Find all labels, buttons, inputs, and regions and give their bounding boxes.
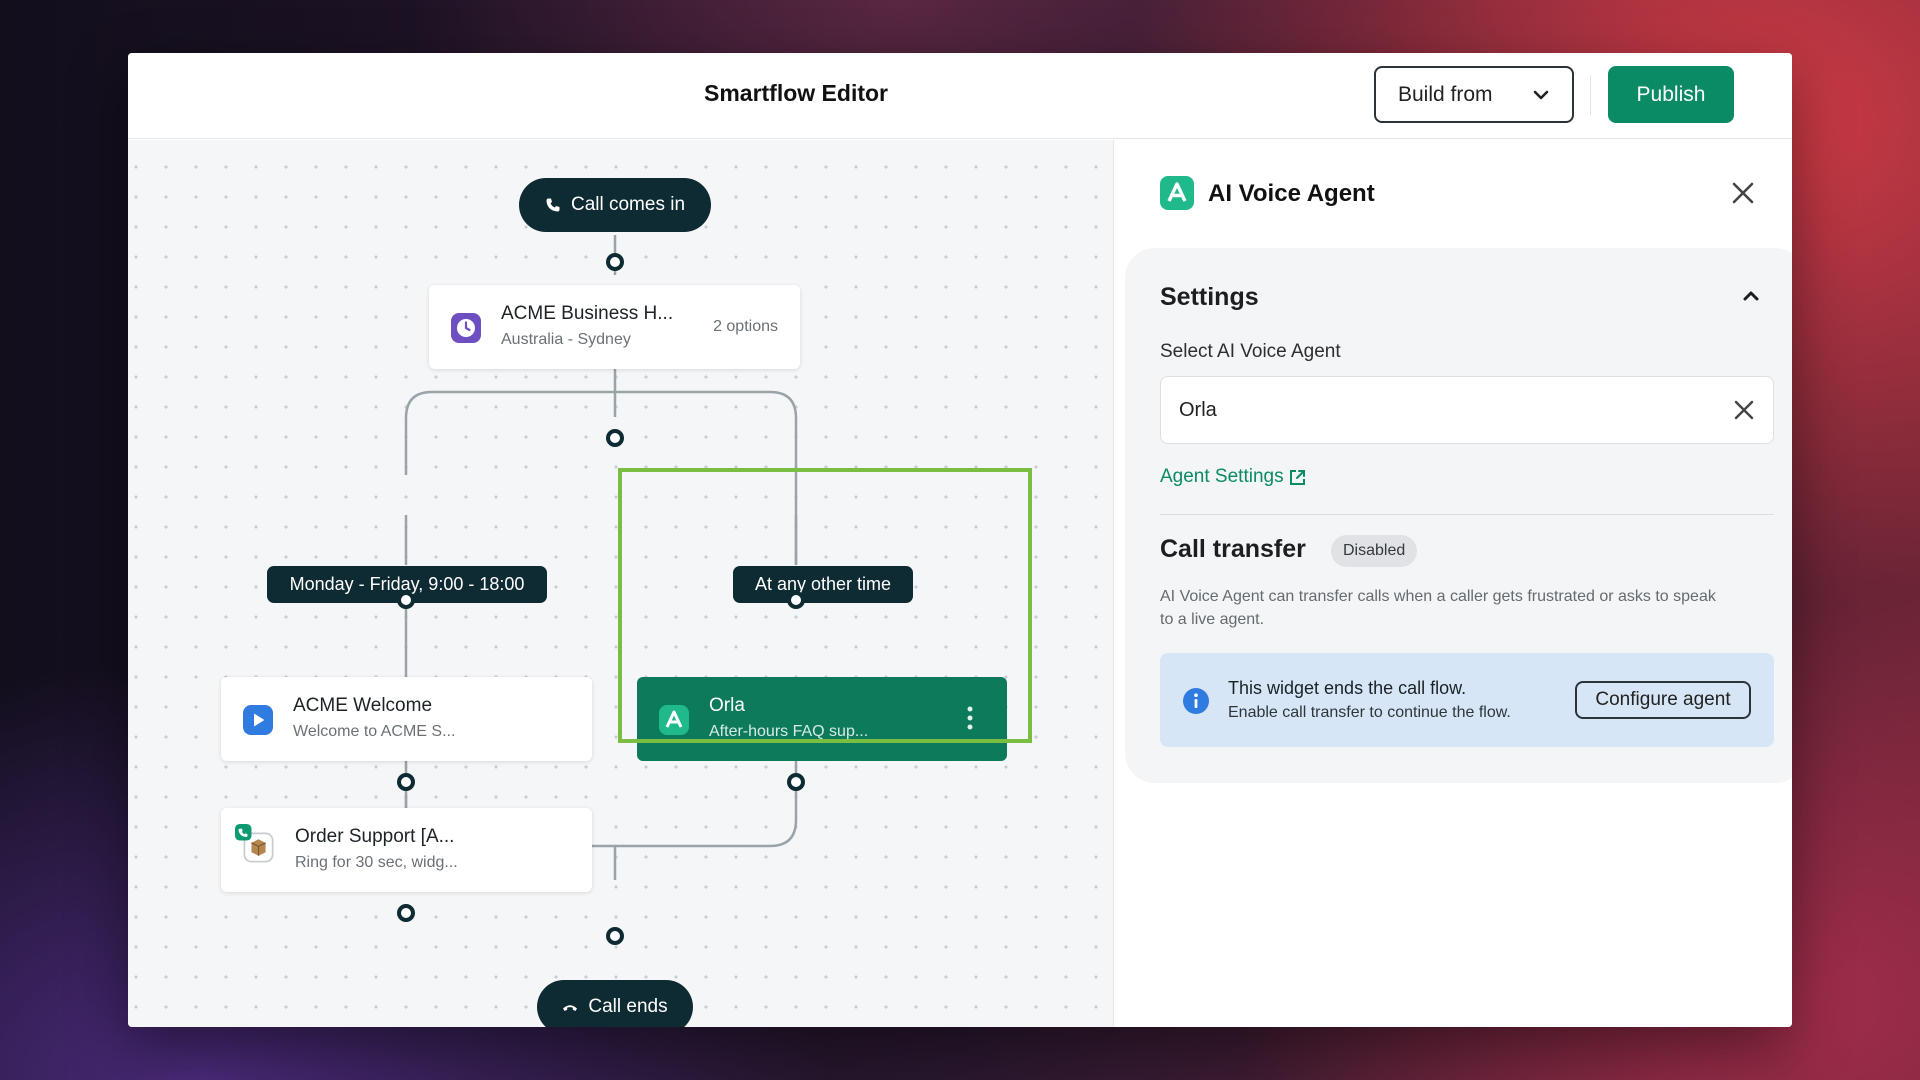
call-ends-label: Call ends [588,996,668,1017]
connector-point[interactable] [606,927,624,945]
business-hours-options: 2 options [713,318,778,335]
editor-window: Smartflow Editor Build from Publish Call… [128,53,1792,1027]
branch-label-other-time[interactable]: At any other time [733,566,913,603]
publish-button[interactable]: Publish [1608,66,1734,123]
ai-agent-icon [1160,176,1194,210]
clock-icon [451,313,481,343]
agent-settings-label: Agent Settings [1160,466,1284,487]
orla-subtitle: After-hours FAQ sup... [709,723,869,740]
orla-agent-node[interactable]: Orla After-hours FAQ sup... [637,677,1007,761]
call-comes-in-node[interactable]: Call comes in [519,178,711,232]
order-support-node[interactable]: Order Support [A... Ring for 30 sec, wid… [221,808,592,892]
connector-point[interactable] [787,773,805,791]
connector-point[interactable] [787,591,805,609]
settings-section: Settings Select AI Voice Agent Orla Agen… [1125,248,1792,783]
select-agent-value: Orla [1179,398,1217,421]
package-icon [235,824,274,863]
play-icon [243,705,273,735]
business-hours-title: ACME Business H... [501,303,674,324]
select-agent-field[interactable]: Orla [1160,376,1774,444]
hang-up-icon [563,1005,578,1011]
connector-point[interactable] [397,773,415,791]
build-from-label: Build from [1398,82,1493,106]
orla-title: Orla [709,695,745,716]
acme-welcome-node[interactable]: ACME Welcome Welcome to ACME S... [221,677,592,761]
clear-icon[interactable] [1731,397,1757,423]
panel-title: AI Voice Agent [1208,180,1375,207]
connector-point[interactable] [606,429,624,447]
call-transfer-title: Call transfer [1160,535,1306,563]
chevron-down-icon [1533,90,1549,100]
page-title: Smartflow Editor [703,80,888,106]
external-link-icon [1289,469,1305,485]
more-options-icon[interactable] [967,705,973,731]
call-ends-node[interactable]: Call ends [537,980,693,1027]
connector-point[interactable] [397,591,415,609]
select-agent-label: Select AI Voice Agent [1160,341,1341,362]
section-divider [1160,514,1774,515]
business-hours-subtitle: Australia - Sydney [501,331,631,348]
call-comes-in-label: Call comes in [570,194,686,215]
connector-point[interactable] [397,904,415,922]
info-message: This widget ends the call flow. [1228,678,1467,698]
info-submessage: Enable call transfer to continue the flo… [1228,704,1511,721]
business-hours-node[interactable]: ACME Business H... Australia - Sydney 2 … [429,285,800,369]
top-divider [1590,75,1591,115]
acme-welcome-title: ACME Welcome [293,695,433,716]
acme-welcome-subtitle: Welcome to ACME S... [293,723,456,740]
flow-canvas[interactable]: Call comes in ACME Business H... Austral… [128,140,1113,1027]
order-support-subtitle: Ring for 30 sec, widg... [295,854,458,871]
connector-point[interactable] [606,253,624,271]
call-transfer-status-badge: Disabled [1331,535,1418,567]
agent-settings-link[interactable]: Agent Settings [1160,466,1307,488]
info-icon [1183,688,1209,714]
ai-agent-icon [659,705,689,735]
chevron-up-icon[interactable] [1741,286,1761,306]
order-support-title: Order Support [A... [295,826,455,847]
ai-voice-agent-panel: AI Voice Agent Settings Select AI Voice … [1113,140,1792,1027]
top-bar: Smartflow Editor Build from Publish [128,53,1792,139]
info-banner: This widget ends the call flow. Enable c… [1160,653,1774,747]
phone-icon [546,198,560,212]
settings-title: Settings [1160,283,1259,311]
call-transfer-description: AI Voice Agent can transfer calls when a… [1160,588,1716,628]
close-icon[interactable] [1730,180,1756,206]
configure-agent-button[interactable]: Configure agent [1575,681,1751,719]
build-from-dropdown[interactable]: Build from [1374,66,1574,123]
